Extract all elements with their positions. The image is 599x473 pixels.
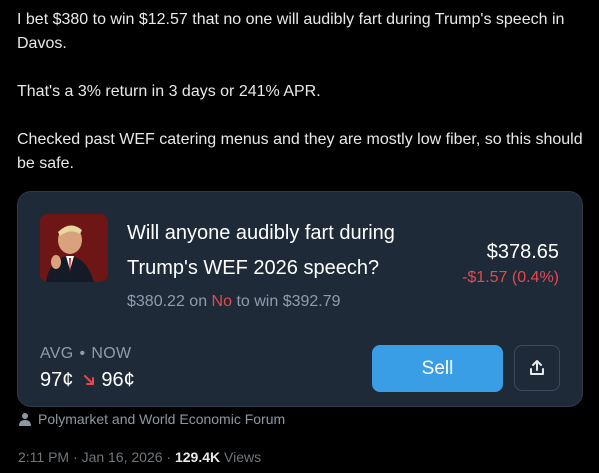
market-question[interactable]: Will anyone audibly fart during Trump's …	[127, 216, 447, 286]
tweet-paragraph: I bet $380 to win $12.57 that no one wil…	[17, 11, 565, 52]
tweet-meta: 2:11 PM · Jan 16, 2026 · 129.4K Views	[18, 449, 262, 465]
share-button[interactable]	[514, 345, 560, 391]
avg-now-values: 97¢ 96¢	[40, 369, 135, 392]
tweet-time[interactable]: 2:11 PM	[18, 449, 69, 465]
sell-button[interactable]: Sell	[372, 345, 503, 392]
tweet-paragraph: That's a 3% return in 3 days or 241% APR…	[17, 83, 321, 100]
avg-value: 97¢	[40, 369, 74, 391]
position-value: $378.65	[486, 241, 559, 263]
position-side: No	[211, 293, 232, 310]
now-value: 96¢	[101, 369, 135, 391]
now-label: NOW	[91, 345, 132, 362]
polymarket-card[interactable]: Will anyone audibly fart during Trump's …	[17, 191, 583, 407]
share-icon	[530, 360, 544, 375]
views-label: Views	[224, 449, 262, 465]
attribution-text[interactable]: Polymarket and World Economic Forum	[38, 411, 285, 427]
position-change: -$1.57 (0.4%)	[462, 269, 559, 286]
views-count: 129.4K	[174, 449, 221, 465]
position-summary: $380.22 on No to win $392.79	[127, 293, 341, 311]
position-on: on	[189, 293, 208, 310]
position-to-win: to win $392.79	[236, 293, 341, 310]
person-icon	[18, 412, 32, 426]
market-thumbnail[interactable]	[40, 214, 108, 282]
position-amount: $380.22	[127, 293, 185, 310]
tweet-date[interactable]: Jan 16, 2026	[82, 449, 163, 465]
label-separator: •	[79, 345, 86, 362]
tweet-paragraph: Checked past WEF catering menus and they…	[17, 131, 583, 172]
avg-now-labels: AVG • NOW	[40, 345, 131, 363]
card-attribution[interactable]: Polymarket and World Economic Forum	[18, 411, 285, 427]
trend-down-arrow-icon	[83, 373, 95, 389]
avg-label: AVG	[40, 345, 74, 362]
tweet-text: I bet $380 to win $12.57 that no one wil…	[17, 8, 587, 176]
market-thumbnail-image	[40, 214, 108, 282]
